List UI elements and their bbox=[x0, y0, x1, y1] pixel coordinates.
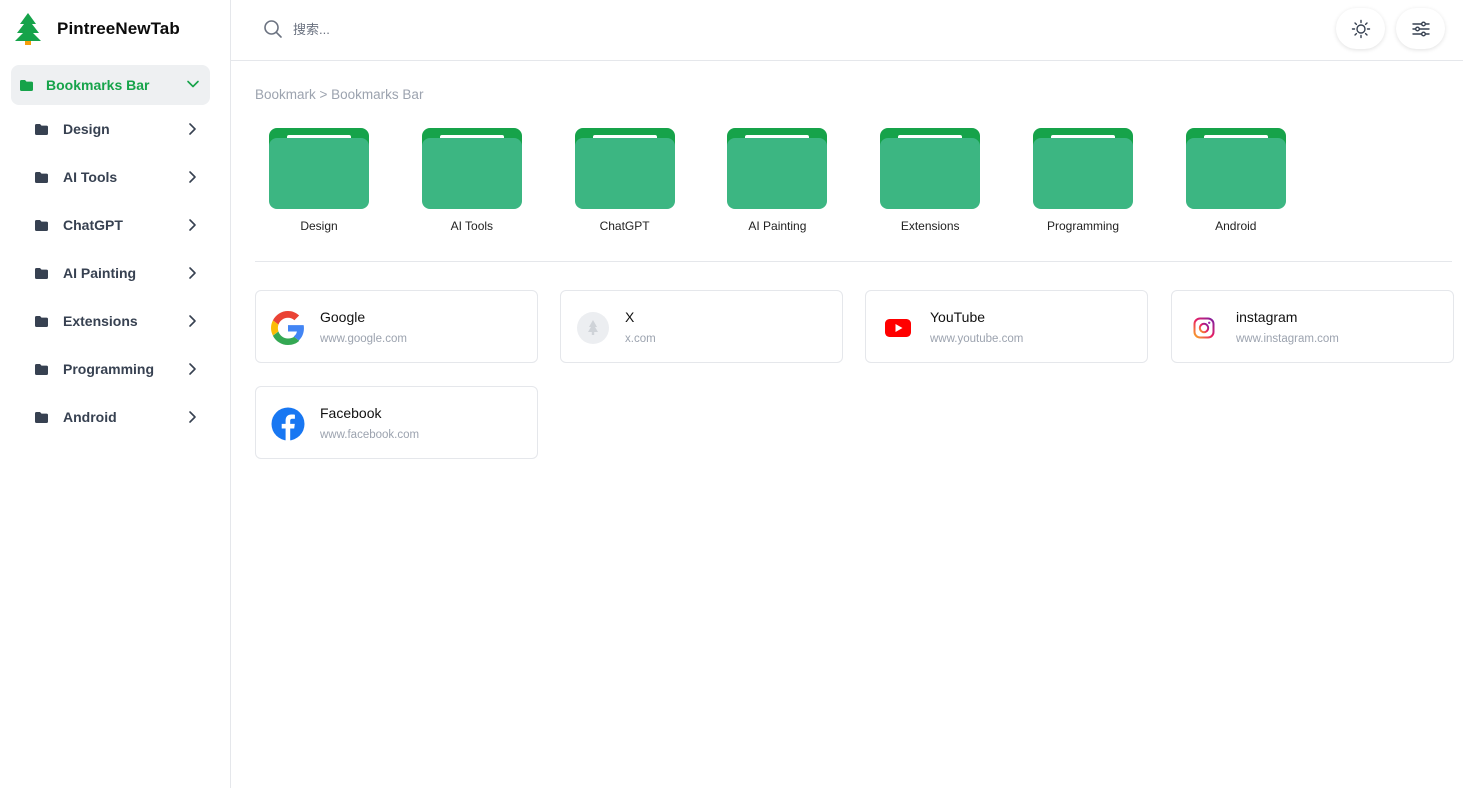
bookmark-favicon bbox=[881, 311, 915, 345]
bookmark-url: x.com bbox=[625, 333, 656, 345]
bookmark-card-facebook[interactable]: Facebook www.facebook.com bbox=[255, 386, 538, 459]
folder-name: Android bbox=[1215, 219, 1257, 233]
sidebar-item-label: Extensions bbox=[63, 313, 138, 329]
bookmark-url: www.facebook.com bbox=[320, 429, 420, 441]
sidebar-item-label: ChatGPT bbox=[63, 217, 123, 233]
instagram-icon bbox=[1193, 317, 1215, 339]
divider bbox=[255, 261, 1452, 262]
sidebar-item-label: AI Tools bbox=[63, 169, 118, 185]
sidebar-item-ai-painting[interactable]: AI Painting bbox=[35, 256, 205, 290]
folder-icon bbox=[35, 219, 48, 231]
folder-tile-ai-painting[interactable]: AI Painting bbox=[713, 128, 841, 238]
chevron-right-icon[interactable] bbox=[185, 410, 199, 424]
folder-icon bbox=[574, 128, 675, 209]
chevron-right-icon[interactable] bbox=[185, 314, 199, 328]
sidebar-item-ai-tools[interactable]: AI Tools bbox=[35, 160, 205, 194]
bookmark-title: Google bbox=[320, 309, 366, 325]
folder-icon bbox=[1033, 128, 1133, 209]
bookmark-url: www.google.com bbox=[320, 333, 407, 345]
sidebar-item-label: Programming bbox=[63, 361, 155, 377]
bookmark-card-google[interactable]: Google www.google.com bbox=[255, 290, 538, 363]
folder-name: Design bbox=[300, 219, 338, 233]
sidebar-item-label: AI Painting bbox=[63, 265, 137, 281]
chevron-down-icon[interactable] bbox=[186, 77, 200, 91]
chevron-right-icon[interactable] bbox=[185, 218, 199, 232]
bookmark-url: www.youtube.com bbox=[930, 333, 1024, 345]
sidebar-item-bookmarks-bar[interactable]: Bookmarks Bar bbox=[11, 65, 210, 105]
settings-button[interactable] bbox=[1396, 8, 1445, 49]
search-icon bbox=[264, 20, 282, 38]
folder-icon bbox=[35, 315, 48, 327]
bookmark-favicon bbox=[271, 407, 305, 441]
placeholder-tree-icon bbox=[577, 312, 609, 344]
folder-name: ChatGPT bbox=[599, 219, 650, 233]
folder-tile-ai-tools[interactable]: AI Tools bbox=[408, 128, 536, 238]
folder-icon bbox=[35, 171, 48, 183]
sidebar-item-chatgpt[interactable]: ChatGPT bbox=[35, 208, 205, 242]
bookmark-title: Facebook bbox=[320, 405, 382, 421]
search-input[interactable] bbox=[293, 16, 893, 42]
folder-name: AI Painting bbox=[748, 219, 807, 233]
brand[interactable]: PintreeNewTab bbox=[14, 12, 180, 46]
chevron-right-icon[interactable] bbox=[185, 266, 199, 280]
bookmark-title: YouTube bbox=[930, 309, 986, 325]
facebook-icon bbox=[271, 407, 305, 441]
sidebar: PintreeNewTab Bookmarks Bar Design AI Too… bbox=[0, 0, 231, 788]
folder-tile-extensions[interactable]: Extensions bbox=[866, 128, 994, 238]
sidebar-item-label: Design bbox=[63, 121, 110, 137]
folder-icon bbox=[35, 267, 48, 279]
folder-tile-programming[interactable]: Programming bbox=[1019, 128, 1147, 238]
folder-icon bbox=[880, 128, 981, 209]
sidebar-item-extensions[interactable]: Extensions bbox=[35, 304, 205, 338]
chevron-right-icon[interactable] bbox=[185, 122, 199, 136]
bookmark-card-instagram[interactable]: instagram www.instagram.com bbox=[1171, 290, 1454, 363]
sliders-icon bbox=[1411, 21, 1430, 36]
folder-icon bbox=[35, 411, 48, 423]
theme-toggle-button[interactable] bbox=[1336, 8, 1385, 49]
folder-icon bbox=[35, 123, 48, 135]
bookmark-url: www.instagram.com bbox=[1236, 333, 1339, 345]
pine-tree-logo-icon bbox=[15, 13, 41, 45]
folder-name: Extensions bbox=[900, 219, 960, 233]
folder-name: Programming bbox=[1046, 219, 1120, 233]
sun-icon bbox=[1351, 19, 1370, 38]
chevron-right-icon[interactable] bbox=[185, 362, 199, 376]
folder-icon bbox=[421, 128, 522, 209]
bookmark-title: X bbox=[625, 309, 635, 325]
bookmark-favicon bbox=[576, 311, 610, 345]
chevron-right-icon[interactable] bbox=[185, 170, 199, 184]
bookmark-card-x[interactable]: Xx.com bbox=[560, 290, 843, 363]
brand-name: PintreeNewTab bbox=[57, 19, 180, 38]
breadcrumb: Bookmark > Bookmarks Bar bbox=[255, 87, 424, 102]
sidebar-item-label: Android bbox=[63, 409, 117, 425]
sidebar-item-programming[interactable]: Programming bbox=[35, 352, 205, 386]
bookmark-title: instagram bbox=[1236, 309, 1298, 325]
bookmark-card-youtube[interactable]: YouTube www.youtube.com bbox=[865, 290, 1148, 363]
top-bar bbox=[231, 0, 1463, 61]
bookmark-favicon bbox=[1187, 311, 1221, 345]
sidebar-item-label: Bookmarks Bar bbox=[46, 77, 150, 93]
folder-name: AI Tools bbox=[450, 219, 494, 233]
folder-tile-chatgpt[interactable]: ChatGPT bbox=[561, 128, 689, 238]
bookmark-favicon bbox=[271, 311, 305, 345]
folder-icon bbox=[1185, 128, 1286, 209]
folder-icon bbox=[269, 128, 369, 209]
sidebar-item-android[interactable]: Android bbox=[35, 400, 205, 434]
folder-tile-android[interactable]: Android bbox=[1172, 128, 1300, 238]
sidebar-item-design[interactable]: Design bbox=[35, 112, 205, 146]
folder-tile-design[interactable]: Design bbox=[255, 128, 383, 238]
folder-icon bbox=[20, 79, 33, 91]
folder-icon bbox=[35, 363, 48, 375]
app-root: PintreeNewTab Bookmarks Bar Design AI Too… bbox=[0, 0, 1463, 788]
youtube-icon bbox=[885, 319, 911, 337]
folder-icon bbox=[727, 128, 828, 209]
google-icon bbox=[271, 311, 304, 345]
